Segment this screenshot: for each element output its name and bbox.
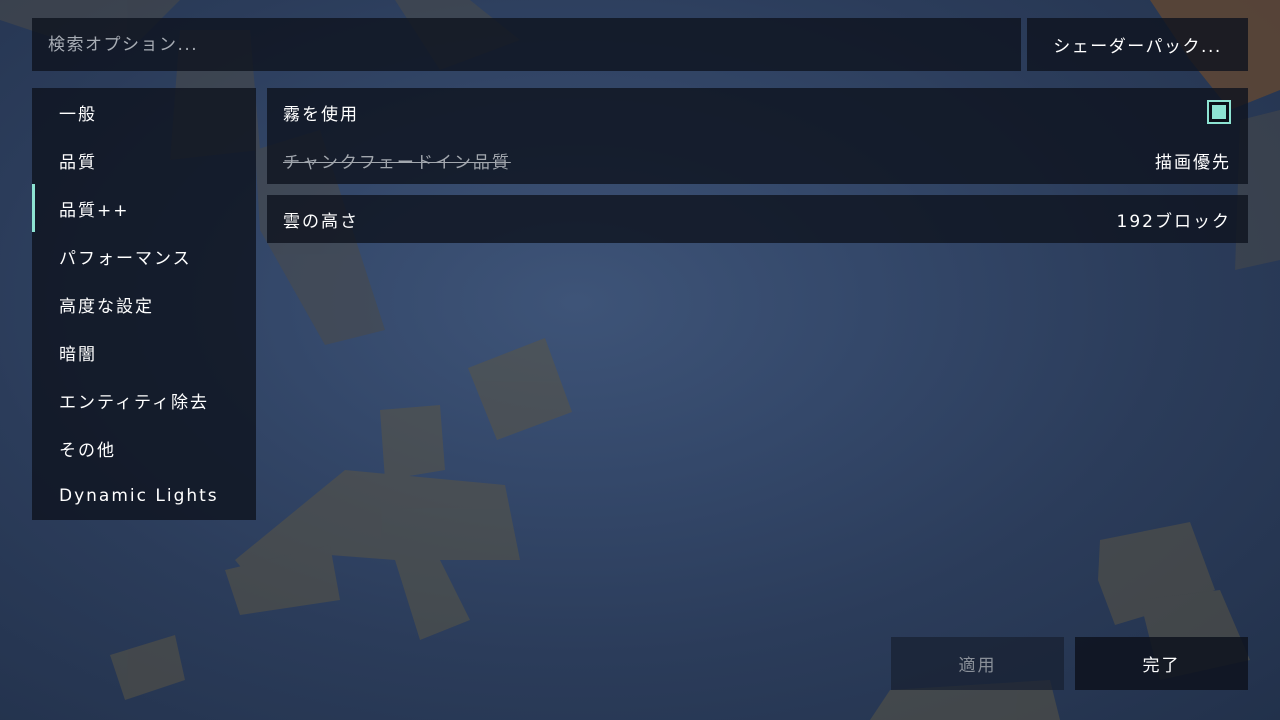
sidebar-item-quality[interactable]: 品質	[32, 140, 256, 180]
fog-option[interactable]: 霧を使用	[267, 92, 1248, 132]
shader-packs-button[interactable]: シェーダーパック...	[1027, 18, 1248, 71]
sidebar-item-label: 品質	[59, 152, 97, 173]
selected-indicator	[32, 184, 35, 232]
chunk-fade-option-value: 描画優先	[1155, 152, 1231, 173]
sidebar-item-label: その他	[59, 440, 116, 461]
cloud-height-option-label: 雲の高さ	[283, 211, 359, 232]
sidebar-item-entity-culling[interactable]: エンティティ除去	[32, 380, 256, 420]
fog-option-label: 霧を使用	[283, 104, 359, 125]
shader-packs-button-label: シェーダーパック...	[1053, 37, 1222, 57]
sidebar-item-performance[interactable]: パフォーマンス	[32, 236, 256, 276]
sidebar-item-quality-plus[interactable]: 品質++	[32, 184, 256, 232]
sidebar-item-other[interactable]: その他	[32, 428, 256, 468]
apply-button-label: 適用	[958, 656, 997, 676]
sidebar-item-general[interactable]: 一般	[32, 92, 256, 132]
sidebar-item-label: エンティティ除去	[59, 392, 209, 413]
search-box[interactable]	[32, 18, 1021, 71]
fog-checkbox[interactable]	[1207, 100, 1231, 124]
sidebar-item-advanced[interactable]: 高度な設定	[32, 284, 256, 324]
fog-option-group: 霧を使用 チャンクフェードイン品質 描画優先	[267, 88, 1248, 184]
sidebar-item-dynamic-lights[interactable]: Dynamic Lights	[32, 476, 256, 516]
category-sidebar: 一般 品質 品質++ パフォーマンス 高度な設定 暗闇 エンティティ除去 その他…	[32, 88, 256, 520]
cloud-height-option-value: 192ブロック	[1116, 211, 1231, 232]
chunk-fade-option: チャンクフェードイン品質 描画優先	[267, 140, 1248, 180]
sidebar-item-label: 高度な設定	[59, 296, 154, 317]
cloud-height-option[interactable]: 雲の高さ 192ブロック	[267, 199, 1248, 239]
cloud-option-group: 雲の高さ 192ブロック	[267, 195, 1248, 243]
chunk-fade-option-label: チャンクフェードイン品質	[283, 152, 511, 173]
sidebar-item-label: 暗闇	[59, 344, 97, 365]
sidebar-item-label: 品質++	[59, 200, 130, 221]
search-input[interactable]	[32, 18, 1021, 71]
done-button-label: 完了	[1142, 656, 1181, 676]
apply-button[interactable]: 適用	[891, 637, 1064, 690]
sidebar-item-label: パフォーマンス	[59, 248, 192, 269]
sidebar-item-darkness[interactable]: 暗闇	[32, 332, 256, 372]
sidebar-item-label: Dynamic Lights	[59, 486, 219, 506]
sidebar-item-label: 一般	[59, 104, 97, 125]
done-button[interactable]: 完了	[1075, 637, 1248, 690]
